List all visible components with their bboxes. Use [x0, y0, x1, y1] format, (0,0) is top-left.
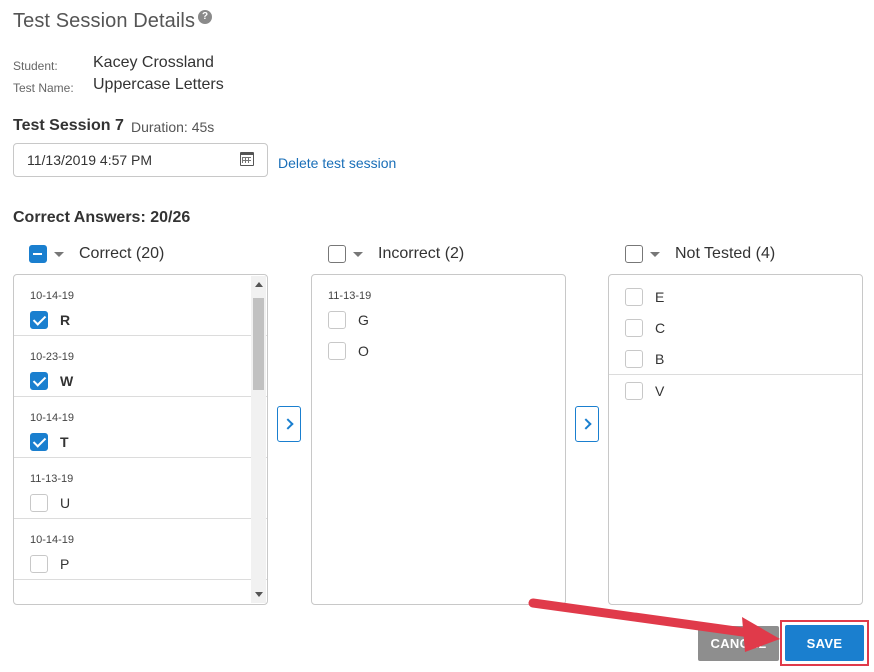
- correct-answers-summary: Correct Answers: 20/26: [13, 209, 191, 226]
- session-duration: Duration: 45s: [131, 119, 215, 135]
- incorrect-select-all-checkbox[interactable]: [328, 245, 346, 263]
- not-tested-column-label: Not Tested (4): [675, 245, 776, 262]
- item-checkbox[interactable]: [30, 310, 48, 329]
- group-date: 10-23-19: [30, 351, 75, 363]
- item-label: V: [655, 382, 665, 399]
- list-group: 11-13-19 G O: [312, 275, 565, 366]
- not-tested-select-all-checkbox[interactable]: [625, 245, 643, 263]
- correct-select-all-checkbox[interactable]: [29, 245, 47, 263]
- item-label: C: [655, 319, 666, 336]
- session-date-input[interactable]: [13, 143, 268, 177]
- item-label: T: [60, 433, 69, 450]
- student-value: Kacey Crossland: [93, 54, 214, 71]
- list-group: 10-14-19 T: [14, 397, 267, 458]
- item-checkbox[interactable]: [30, 493, 48, 512]
- list-item[interactable]: B: [609, 343, 862, 374]
- chevron-down-icon[interactable]: [650, 251, 660, 257]
- test-name-value: Uppercase Letters: [93, 76, 224, 93]
- item-label: R: [60, 311, 71, 328]
- correct-column-label: Correct (20): [79, 245, 165, 262]
- item-checkbox[interactable]: [30, 371, 48, 390]
- list-item[interactable]: P: [14, 548, 267, 579]
- save-button[interactable]: SAVE: [785, 625, 864, 661]
- item-checkbox[interactable]: [625, 349, 643, 368]
- correct-list-panel[interactable]: 10-14-19 R 10-23-19 W 10-14-19 T 11-13-1…: [13, 274, 268, 605]
- cancel-button[interactable]: CANCEL: [698, 626, 779, 661]
- item-checkbox[interactable]: [328, 341, 346, 360]
- item-label: P: [60, 555, 70, 572]
- list-item[interactable]: C: [609, 312, 862, 343]
- group-date: 11-13-19: [30, 473, 74, 485]
- list-group: 11-13-19 U: [14, 458, 267, 519]
- student-label: Student:: [13, 59, 58, 73]
- scroll-thumb[interactable]: [253, 298, 264, 390]
- not-tested-list-panel[interactable]: E C B V: [608, 274, 863, 605]
- move-to-not-tested-button[interactable]: [575, 406, 599, 442]
- move-to-incorrect-button[interactable]: [277, 406, 301, 442]
- list-item[interactable]: O: [312, 335, 565, 366]
- item-label: G: [358, 311, 369, 328]
- chevron-down-icon[interactable]: [54, 251, 64, 257]
- group-date: 11-13-19: [328, 290, 372, 302]
- scrollbar[interactable]: [251, 276, 266, 603]
- item-label: B: [655, 350, 665, 367]
- session-title: Test Session 7: [13, 117, 124, 134]
- list-group: 10-14-19 R: [14, 275, 267, 336]
- list-item[interactable]: V: [609, 375, 862, 406]
- item-label: U: [60, 494, 71, 511]
- item-label: E: [655, 288, 665, 305]
- chevron-down-icon[interactable]: [353, 251, 363, 257]
- list-item[interactable]: U: [14, 487, 267, 518]
- list-item[interactable]: E: [609, 281, 862, 312]
- incorrect-column-header: Incorrect (2): [328, 243, 464, 265]
- scroll-down-icon[interactable]: [255, 592, 263, 597]
- item-checkbox[interactable]: [328, 310, 346, 329]
- item-checkbox[interactable]: [30, 554, 48, 573]
- item-checkbox[interactable]: [625, 318, 643, 337]
- group-date: 10-14-19: [30, 534, 75, 546]
- group-date: 10-14-19: [30, 412, 75, 424]
- item-checkbox[interactable]: [625, 287, 643, 306]
- list-item[interactable]: W: [14, 365, 267, 396]
- correct-column-header: Correct (20): [29, 243, 164, 265]
- group-date: 10-14-19: [30, 290, 75, 302]
- calendar-icon[interactable]: [240, 152, 254, 166]
- list-group: 10-23-19 W: [14, 336, 267, 397]
- list-item[interactable]: R: [14, 304, 267, 335]
- list-group: V: [609, 375, 862, 406]
- list-group: 10-14-19 P: [14, 519, 267, 580]
- scroll-up-icon[interactable]: [255, 282, 263, 287]
- test-name-label: Test Name:: [13, 81, 74, 95]
- help-icon[interactable]: ?: [198, 10, 212, 24]
- item-checkbox[interactable]: [625, 381, 643, 400]
- item-label: O: [358, 342, 369, 359]
- list-item[interactable]: T: [14, 426, 267, 457]
- item-label: W: [60, 372, 74, 389]
- not-tested-column-header: Not Tested (4): [625, 243, 775, 265]
- delete-session-link[interactable]: Delete test session: [278, 155, 396, 171]
- item-checkbox[interactable]: [30, 432, 48, 451]
- incorrect-list-panel[interactable]: 11-13-19 G O: [311, 274, 566, 605]
- incorrect-column-label: Incorrect (2): [378, 245, 465, 262]
- page-title: Test Session Details: [13, 10, 196, 32]
- list-item[interactable]: G: [312, 304, 565, 335]
- list-group: E C B: [609, 275, 862, 375]
